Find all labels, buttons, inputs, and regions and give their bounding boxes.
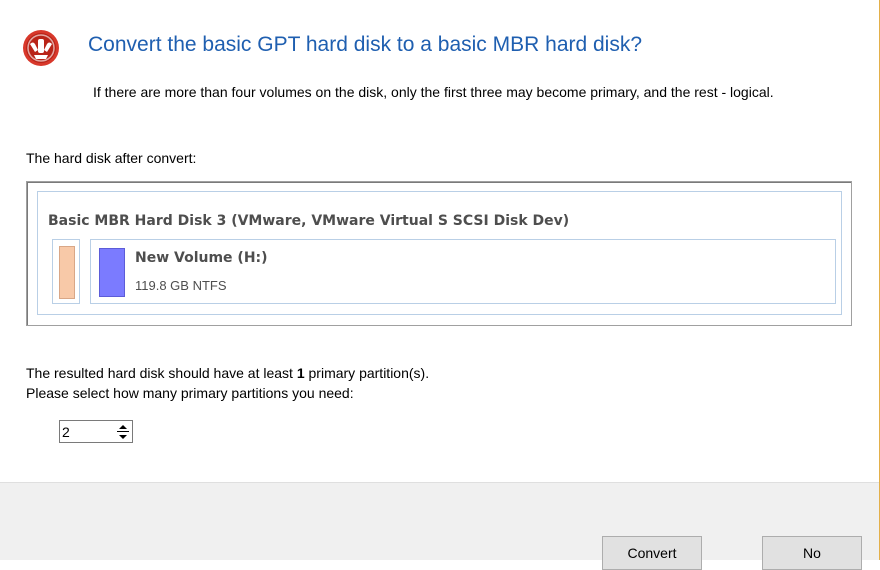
spin-down-button[interactable]	[115, 432, 131, 441]
disk-map-panel: Basic MBR Hard Disk 3 (VMware, VMware Vi…	[26, 181, 852, 326]
requirement-prefix: The resulted hard disk should have at le…	[26, 365, 297, 381]
disk-map: Basic MBR Hard Disk 3 (VMware, VMware Vi…	[37, 191, 842, 315]
disk-title: Basic MBR Hard Disk 3 (VMware, VMware Vi…	[48, 213, 570, 229]
spin-up-button[interactable]	[115, 422, 131, 431]
requirement-suffix: primary partition(s).	[304, 365, 430, 381]
primary-count-input[interactable]	[62, 422, 112, 441]
convert-button[interactable]: Convert	[602, 536, 702, 570]
volume-name: New Volume (H:)	[135, 250, 268, 266]
dialog-title: Convert the basic GPT hard disk to a bas…	[88, 33, 643, 56]
primary-select-prompt: Please select how many primary partition…	[26, 385, 354, 401]
primary-count-spinner[interactable]	[59, 420, 133, 443]
partition-new-volume[interactable]: New Volume (H:) 119.8 GB NTFS	[90, 239, 836, 304]
convert-dialog: Convert the basic GPT hard disk to a bas…	[0, 0, 880, 570]
partition-reserved-bar	[59, 246, 75, 299]
no-button[interactable]: No	[762, 536, 862, 570]
dialog-description: If there are more than four volumes on t…	[93, 84, 774, 100]
button-bar	[0, 482, 879, 560]
arrow-up-icon	[119, 424, 127, 429]
primary-requirement-text: The resulted hard disk should have at le…	[26, 365, 429, 381]
requirement-count: 1	[296, 365, 305, 381]
app-logo-icon	[23, 30, 59, 66]
partition-volume-bar	[99, 248, 125, 297]
arrow-down-icon	[119, 434, 127, 439]
volume-info: 119.8 GB NTFS	[135, 278, 227, 293]
after-convert-label: The hard disk after convert:	[26, 150, 197, 166]
partition-reserved[interactable]	[52, 239, 80, 304]
spin-buttons	[115, 422, 131, 441]
